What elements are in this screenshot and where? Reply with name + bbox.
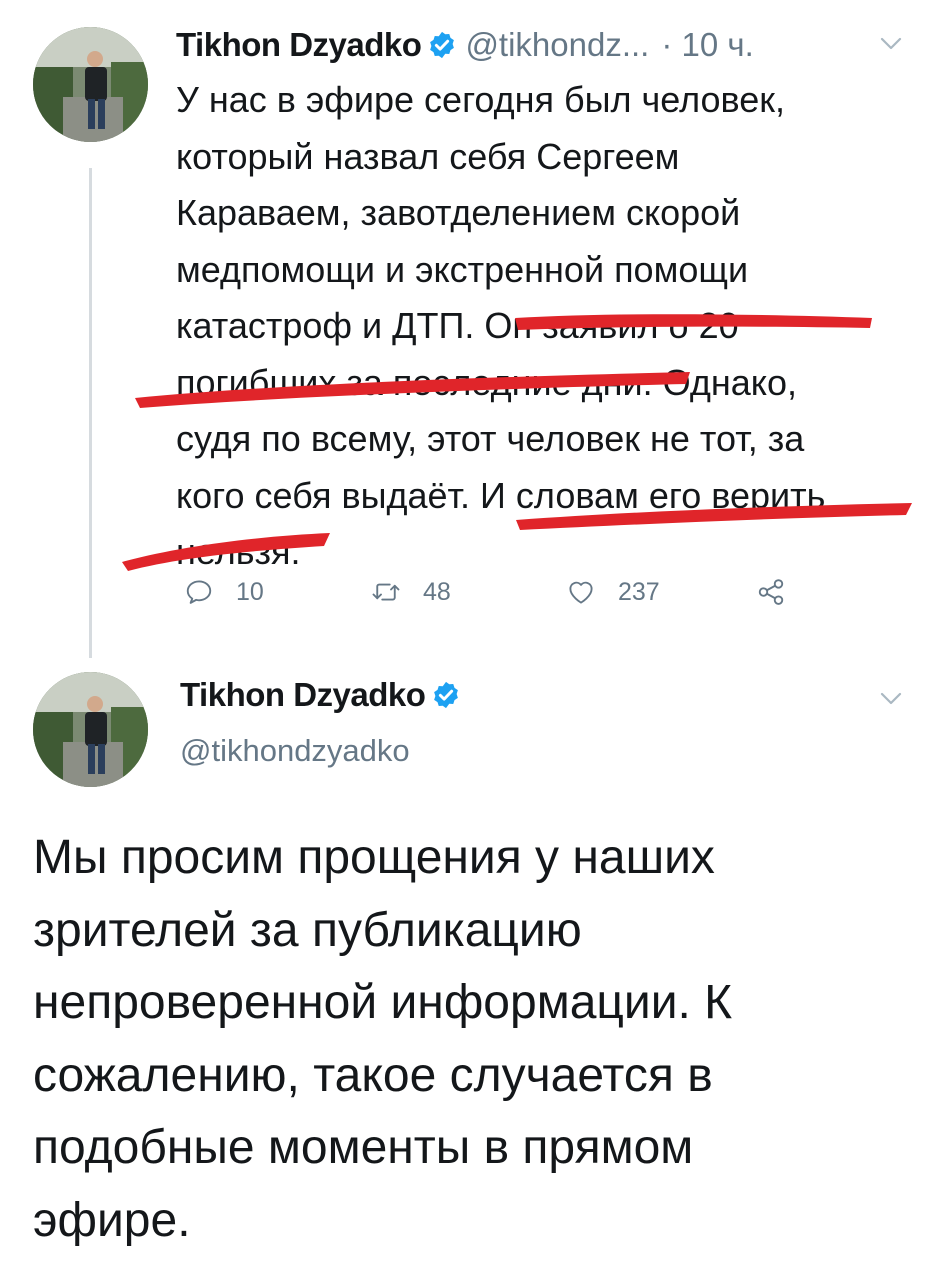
author-avatar[interactable]	[33, 27, 148, 142]
reply-button[interactable]: 10	[184, 570, 264, 614]
tweet-text-line: сожалению, такое случается в	[33, 1048, 713, 1102]
tweet-text-line: Мы просим прощения у наших	[33, 831, 715, 884]
chevron-down-icon[interactable]	[880, 692, 902, 706]
tweet-text-line: медпомощи и экстренной помощи	[176, 248, 749, 290]
tweet-text-line: судя по всему, этот человек не тот, за	[176, 418, 805, 459]
tweet-text-line: Караваем, завотделением скорой	[176, 192, 741, 233]
tweet-text-line: зрителей за публикацию	[33, 903, 582, 957]
tweet-header: Tikhon Dzyadko @tikhondz... · 10 ч.	[176, 22, 754, 68]
tweet-actions: 10 48 237	[176, 570, 816, 614]
author-handle[interactable]: @tikhondzyadko	[180, 733, 410, 769]
tweet-text-line: подобные моменты в прямом	[33, 1121, 694, 1174]
author-name[interactable]: Tikhon Dzyadko	[176, 26, 422, 64]
share-button[interactable]	[756, 570, 808, 614]
verified-badge-icon	[431, 680, 461, 710]
tweet-time[interactable]: · 10 ч.	[661, 26, 753, 64]
tweet-text: У нас в эфире сегодня был человек, котор…	[176, 72, 926, 581]
tweet-text: Мы просим прощения у наших зрителей за п…	[33, 822, 913, 1257]
tweet-text-line: У нас в эфире сегодня был человек,	[176, 79, 786, 120]
tweet-text-line: эфире.	[33, 1193, 191, 1247]
tweet-text-line: катастроф и ДТП. Он заявил о 20	[176, 305, 739, 346]
author-avatar[interactable]	[33, 672, 148, 787]
avatar-photo	[33, 27, 148, 142]
verified-badge-icon	[427, 30, 457, 60]
tweet-text-line: погибших за последние дни. Однако,	[176, 361, 797, 403]
thread-line	[89, 168, 92, 658]
author-handle[interactable]: @tikhondz...	[465, 26, 649, 64]
retweet-icon	[372, 583, 400, 601]
tweet-text-line: непроверенной информации. К	[33, 976, 733, 1029]
tweet-text-line: кого себя выдаёт. И словам его верить	[176, 474, 826, 516]
like-count: 237	[618, 577, 660, 606]
share-icon	[758, 579, 784, 605]
reply-icon	[186, 580, 212, 604]
tweet-text-line: который назвал себя Сергеем	[176, 135, 680, 177]
tweet-header: Tikhon Dzyadko	[180, 672, 469, 718]
author-name[interactable]: Tikhon Dzyadko	[180, 676, 426, 714]
reply-count: 10	[236, 577, 264, 606]
like-button[interactable]: 237	[566, 570, 660, 614]
chevron-down-icon[interactable]	[880, 37, 902, 51]
avatar-photo	[33, 672, 148, 787]
retweet-button[interactable]: 48	[371, 570, 451, 614]
heart-icon	[569, 581, 593, 604]
retweet-count: 48	[423, 577, 451, 606]
